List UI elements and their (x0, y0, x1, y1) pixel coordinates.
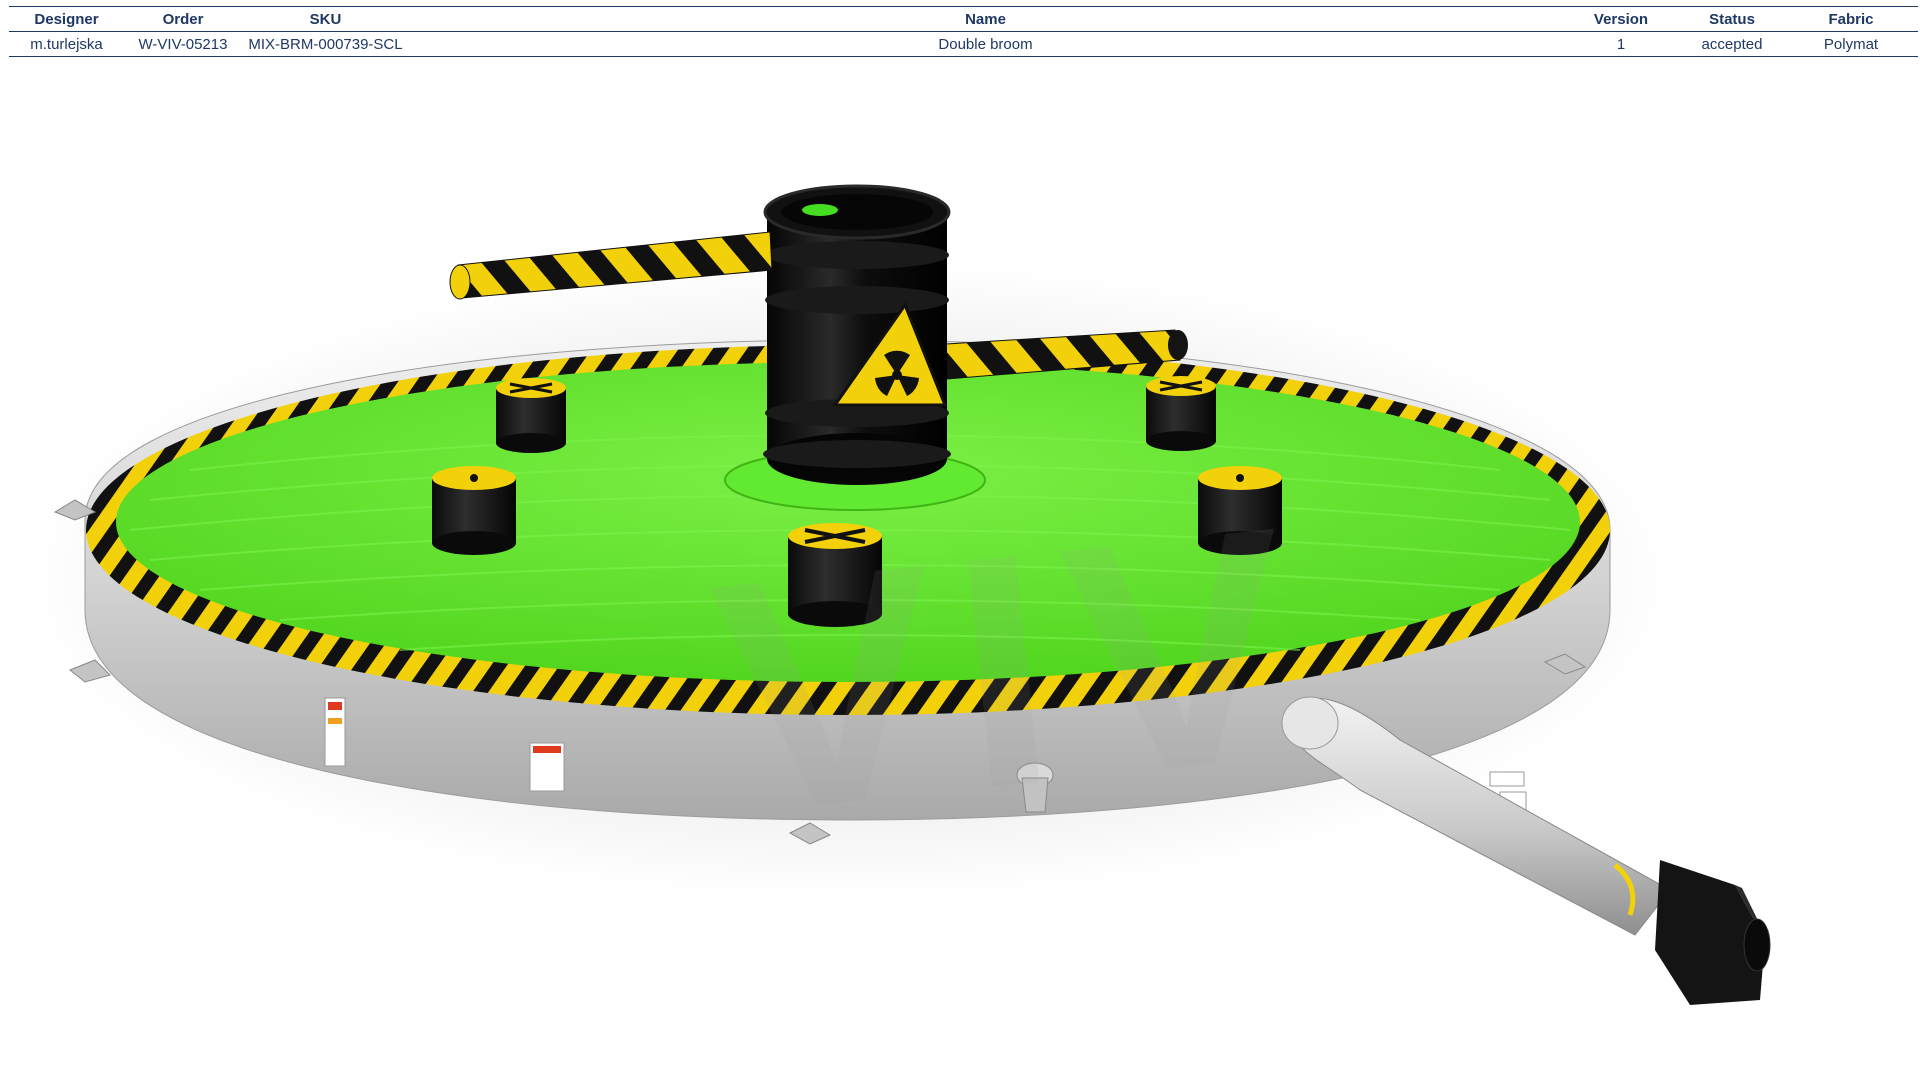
header-version: Version (1562, 6, 1680, 32)
order-info-table: Designer Order SKU Name Version Status F… (9, 6, 1918, 57)
header-status: Status (1680, 6, 1784, 32)
obstacle-pod (1146, 376, 1216, 451)
header-fabric: Fabric (1784, 6, 1918, 32)
cell-status: accepted (1680, 31, 1784, 57)
cell-sku: MIX-BRM-000739-SCL (242, 31, 409, 57)
cell-version: 1 (1562, 31, 1680, 57)
obstacle-pod (432, 466, 516, 555)
header-sku: SKU (242, 6, 409, 32)
inflatable-render-illustration: VIV (20, 184, 1771, 1005)
header-order: Order (124, 6, 242, 32)
product-render: VIV (0, 60, 1920, 1080)
cell-name: Double broom (409, 31, 1562, 57)
table-row: m.turlejska W-VIV-05213 MIX-BRM-000739-S… (9, 31, 1918, 57)
blower-unit (1655, 860, 1771, 1005)
header-name: Name (409, 6, 1562, 32)
watermark: VIV (700, 455, 1327, 884)
order-info-sheet: Designer Order SKU Name Version Status F… (9, 6, 1918, 57)
cell-fabric: Polymat (1784, 31, 1918, 57)
cell-order: W-VIV-05213 (124, 31, 242, 57)
table-header-row: Designer Order SKU Name Version Status F… (9, 6, 1918, 32)
central-barrel (763, 184, 951, 485)
header-designer: Designer (9, 6, 124, 32)
obstacle-pod (496, 378, 566, 453)
cell-designer: m.turlejska (9, 31, 124, 57)
